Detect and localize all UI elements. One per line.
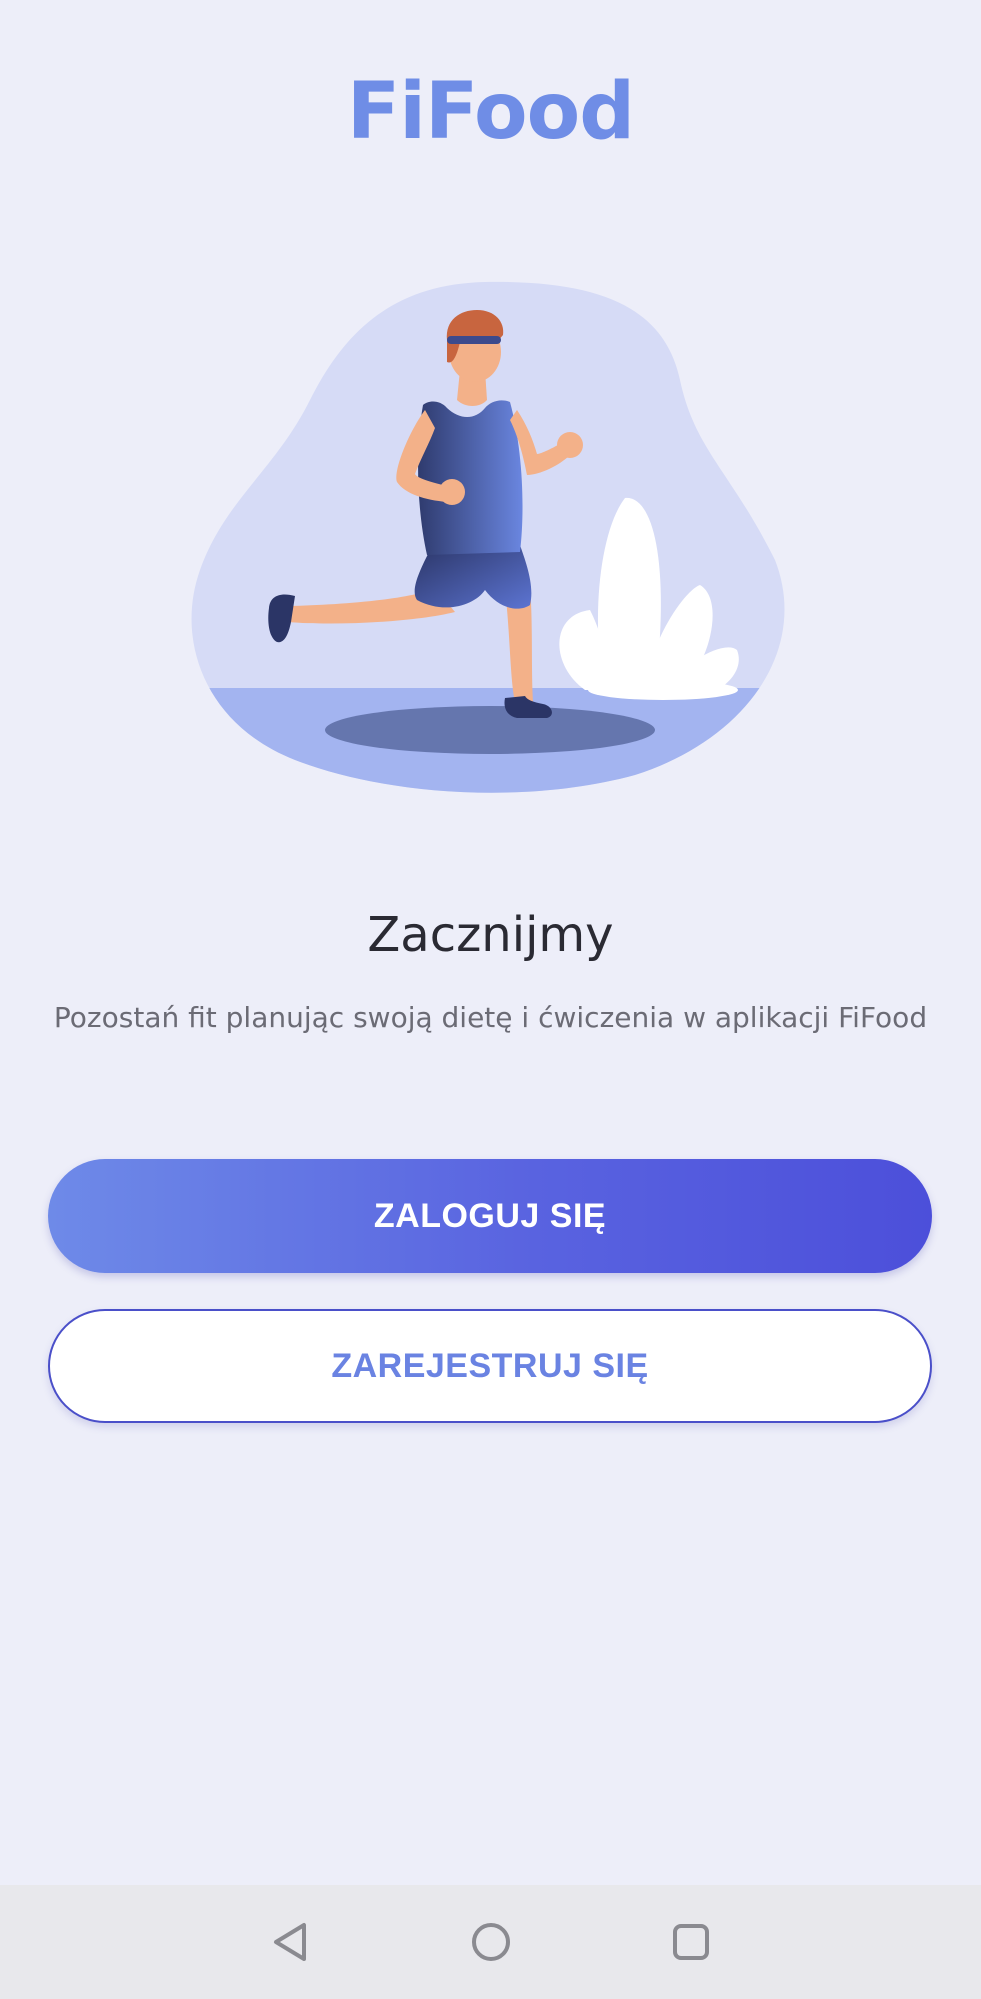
welcome-heading: Zacznijmy: [367, 907, 614, 963]
back-triangle-icon[interactable]: [256, 1907, 326, 1977]
home-circle-icon[interactable]: [456, 1907, 526, 1977]
system-navigation-bar: [0, 1885, 981, 1999]
app-title: FiFood: [346, 67, 635, 157]
register-button[interactable]: ZAREJESTRUJ SIĘ: [48, 1309, 932, 1423]
runner-shadow: [325, 706, 655, 754]
login-button[interactable]: ZALOGUJ SIĘ: [48, 1159, 932, 1273]
recents-square-icon[interactable]: [656, 1907, 726, 1977]
welcome-subtitle: Pozostań fit planując swoją dietę i ćwic…: [53, 1001, 928, 1034]
hero-illustration: [185, 270, 795, 800]
